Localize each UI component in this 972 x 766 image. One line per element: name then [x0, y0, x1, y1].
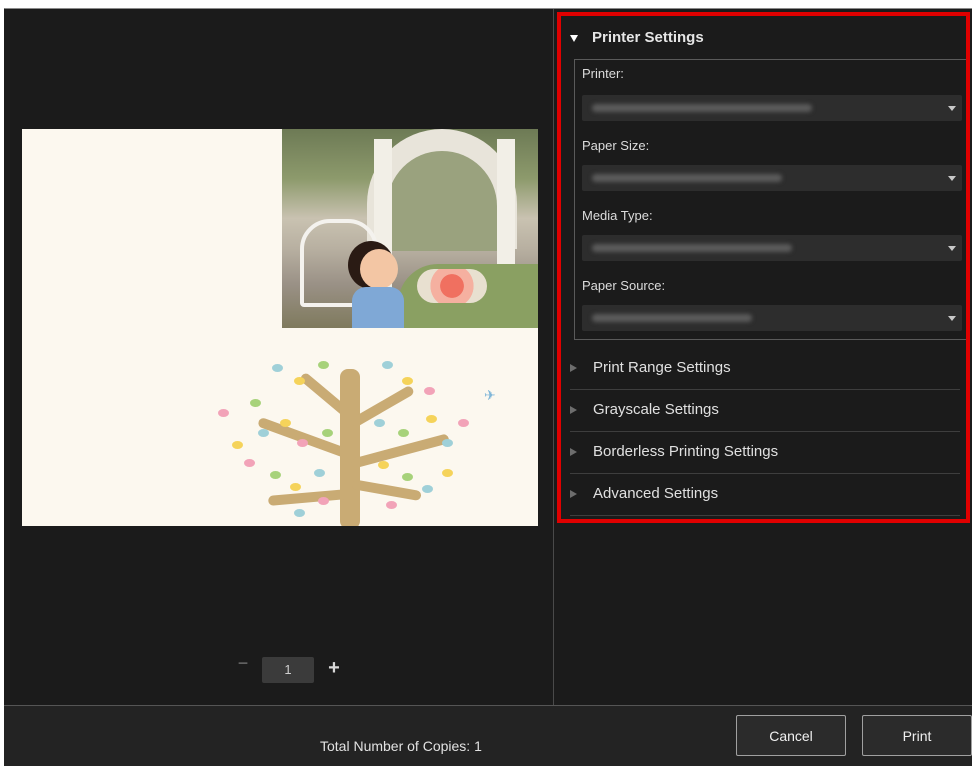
photo-image	[282, 129, 538, 328]
highlight-frame	[557, 12, 970, 523]
bird-icon: ✈	[484, 387, 496, 403]
page-number-field[interactable]: 1	[262, 657, 314, 683]
print-button[interactable]: Print	[862, 715, 972, 756]
total-copies-label: Total Number of Copies: 1	[320, 738, 482, 754]
page-minus-button[interactable]: −	[235, 654, 251, 672]
page-plus-button[interactable]: +	[326, 656, 342, 680]
layout-preview: ✈	[22, 129, 538, 526]
cancel-button[interactable]: Cancel	[736, 715, 846, 756]
